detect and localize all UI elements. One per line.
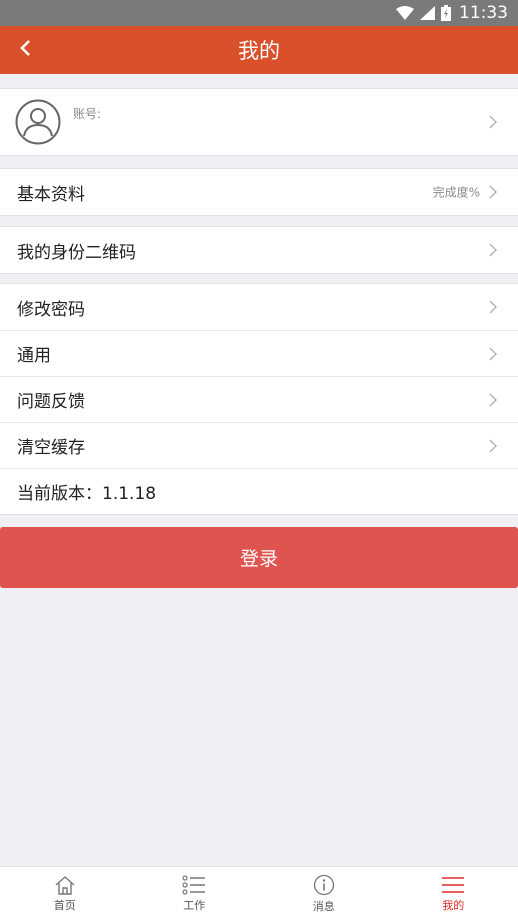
feedback-row[interactable]: 问题反馈	[0, 376, 518, 422]
chevron-right-icon	[489, 299, 498, 320]
qr-code-row[interactable]: 我的身份二维码	[0, 227, 518, 273]
chevron-right-icon	[489, 392, 498, 413]
tab-messages[interactable]: 消息	[259, 867, 389, 920]
account-label: 账号:	[73, 107, 102, 121]
app-header: 我的	[0, 26, 518, 74]
tab-home-label: 首页	[53, 898, 76, 912]
change-password-row[interactable]: 修改密码	[0, 284, 518, 330]
list-icon	[182, 874, 206, 897]
version-row: 当前版本：1.1.18	[0, 468, 518, 514]
tab-work[interactable]: 工作	[130, 867, 260, 920]
tab-home[interactable]: 首页	[0, 867, 130, 920]
qr-code-label: 我的身份二维码	[17, 242, 136, 263]
back-button[interactable]	[10, 26, 40, 74]
tab-mine-label: 我的	[442, 898, 465, 912]
status-bar: 11:33	[0, 0, 518, 26]
info-icon	[313, 874, 335, 898]
qr-code-group: 我的身份二维码	[0, 226, 518, 274]
profile-group: 账号:	[0, 88, 518, 156]
version-label: 当前版本：1.1.18	[17, 484, 157, 504]
basic-info-row[interactable]: 基本资料 完成度%	[0, 169, 518, 215]
battery-icon	[441, 5, 451, 21]
chevron-left-icon	[19, 38, 31, 62]
feedback-label: 问题反馈	[17, 392, 85, 412]
login-button[interactable]: 登录	[0, 527, 518, 588]
general-label: 通用	[17, 346, 51, 366]
clear-cache-row[interactable]: 清空缓存	[0, 422, 518, 468]
tab-messages-label: 消息	[312, 899, 335, 913]
home-icon	[54, 875, 76, 897]
completion-hint: 完成度%	[432, 185, 480, 200]
basic-info-label: 基本资料	[17, 184, 85, 205]
wifi-icon	[396, 6, 414, 20]
general-row[interactable]: 通用	[0, 330, 518, 376]
change-password-label: 修改密码	[17, 299, 85, 320]
chevron-right-icon	[489, 438, 498, 459]
profile-row[interactable]: 账号:	[0, 89, 518, 155]
chevron-right-icon	[489, 242, 498, 263]
chevron-right-icon	[489, 346, 498, 367]
signal-icon	[420, 6, 435, 20]
tab-mine[interactable]: 我的	[389, 867, 518, 920]
avatar-icon	[15, 99, 61, 145]
basic-info-group: 基本资料 完成度%	[0, 168, 518, 216]
menu-icon	[441, 875, 465, 897]
bottom-tab-bar: 首页 工作 消息 我的	[0, 866, 518, 920]
tab-work-label: 工作	[183, 898, 206, 912]
chevron-right-icon	[489, 184, 498, 205]
page-title: 我的	[238, 39, 280, 63]
chevron-right-icon	[489, 114, 498, 135]
status-time: 11:33	[459, 3, 508, 23]
settings-group: 修改密码 通用 问题反馈 清空缓存 当前版本：1.1.18	[0, 283, 518, 515]
clear-cache-label: 清空缓存	[17, 438, 85, 458]
